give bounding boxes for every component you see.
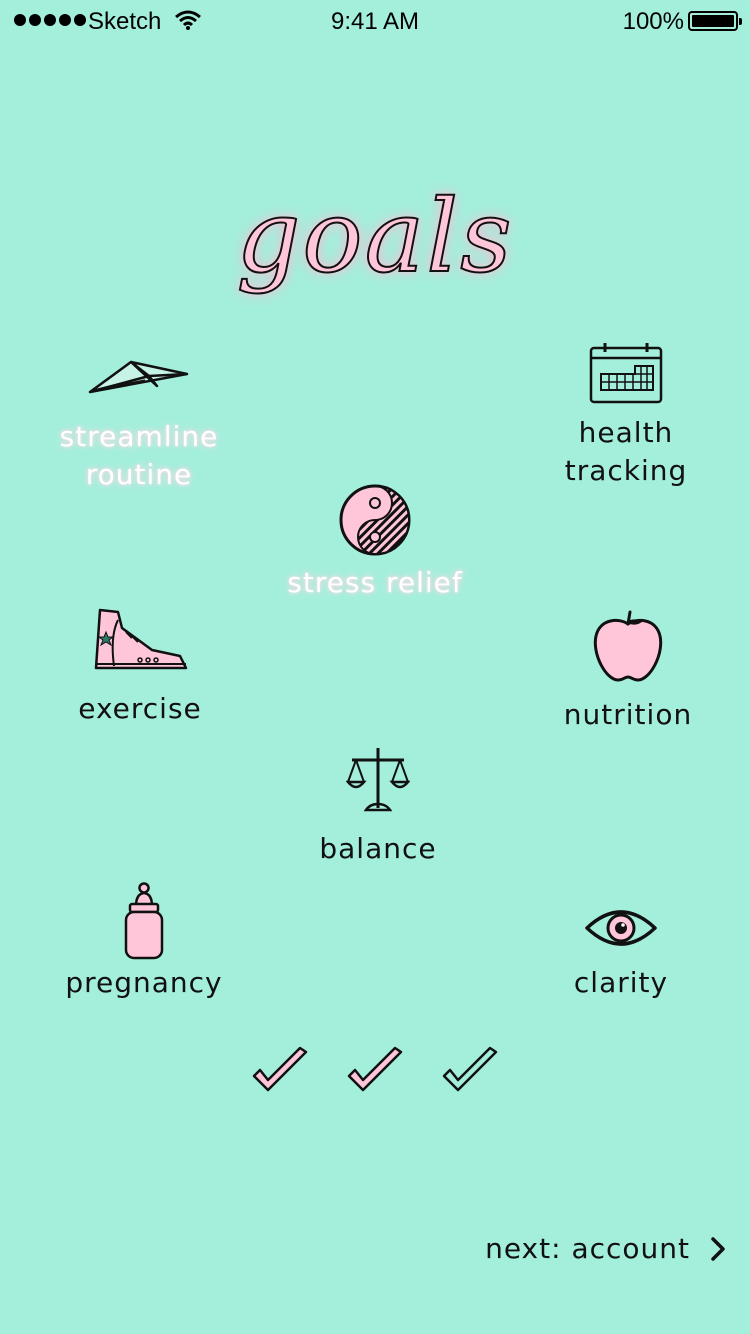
goal-label: nutrition: [563, 698, 693, 731]
calendar-icon: [589, 343, 663, 404]
check-icon: [347, 1046, 403, 1092]
battery-percentage: 100%: [622, 8, 684, 35]
progress-indicator: [250, 1046, 502, 1096]
yin-yang-icon: [339, 484, 411, 556]
goal-streamline-routine[interactable]: streamline routine: [44, 356, 234, 494]
scale-icon: [346, 748, 410, 812]
goal-pregnancy[interactable]: pregnancy: [62, 882, 226, 1002]
check-icon: [252, 1046, 308, 1092]
goal-label: balance: [319, 832, 437, 865]
goal-label: health: [578, 416, 674, 449]
battery-icon: [688, 11, 742, 31]
eye-icon: [585, 910, 657, 946]
baby-bottle-icon: [124, 882, 164, 960]
goal-label: routine: [85, 458, 193, 491]
status-bar: Sketch 9:41 AM 100%: [0, 0, 750, 44]
next-account-button[interactable]: next: account: [485, 1232, 726, 1265]
page-title: goals: [235, 177, 514, 296]
apple-icon: [593, 610, 663, 682]
goal-exercise[interactable]: exercise: [60, 606, 220, 728]
goal-label: streamline: [59, 420, 219, 453]
next-label: next: account: [485, 1232, 690, 1265]
goal-label: exercise: [78, 692, 202, 725]
paper-plane-icon: [88, 360, 189, 394]
goals-screen: Sketch 9:41 AM 100% goals streamline rou…: [0, 0, 750, 1334]
goal-nutrition[interactable]: nutrition: [548, 610, 708, 734]
goal-clarity[interactable]: clarity: [546, 904, 696, 1002]
goal-balance[interactable]: balance: [298, 744, 458, 868]
goal-health-tracking[interactable]: health tracking: [540, 340, 712, 490]
goal-label: clarity: [573, 966, 669, 999]
check-icon: [442, 1046, 498, 1092]
goal-label: stress relief: [287, 566, 463, 599]
sneaker-icon: [94, 608, 188, 670]
goal-label: tracking: [564, 454, 688, 487]
chevron-right-icon: [711, 1236, 725, 1261]
goal-stress-relief[interactable]: stress relief: [270, 482, 480, 602]
goal-label: pregnancy: [65, 966, 223, 999]
